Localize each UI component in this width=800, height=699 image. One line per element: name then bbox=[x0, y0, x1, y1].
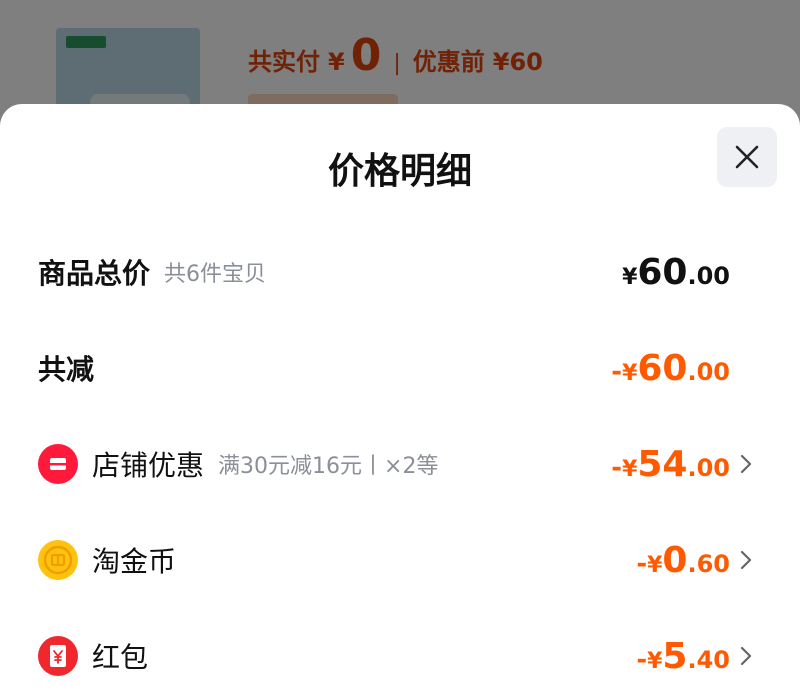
currency-symbol: ¥ bbox=[622, 457, 638, 482]
red-packet-label: 红包 bbox=[92, 641, 149, 674]
minus-sign: - bbox=[636, 549, 648, 579]
sheet-title: 价格明细 bbox=[327, 151, 472, 192]
row-store-discount[interactable]: 店铺优惠 满30元减16元丨×2等 - ¥ 54 .00 bbox=[0, 434, 800, 494]
currency-symbol: ¥ bbox=[647, 649, 663, 674]
chevron-right-icon bbox=[740, 646, 752, 666]
taojinbi-label: 淘金币 bbox=[92, 545, 177, 578]
price-decimal: .60 bbox=[687, 550, 730, 578]
store-coupon-icon bbox=[38, 444, 78, 484]
store-discount-detail: 满30元减16元丨×2等 bbox=[218, 454, 439, 479]
store-discount-label: 店铺优惠 bbox=[92, 449, 205, 482]
row-red-packet[interactable]: 红包 - ¥ 5 .40 bbox=[0, 626, 800, 686]
price-integer: 60 bbox=[637, 252, 688, 293]
price-decimal: .00 bbox=[687, 358, 730, 386]
total-reduction-label: 共减 bbox=[38, 353, 95, 386]
minus-sign: - bbox=[611, 453, 623, 483]
minus-sign: - bbox=[636, 645, 648, 675]
taojinbi-value: - ¥ 0 .60 bbox=[636, 530, 730, 590]
store-discount-value: - ¥ 54 .00 bbox=[611, 434, 730, 494]
price-integer: 60 bbox=[637, 348, 688, 389]
price-decimal: .00 bbox=[687, 262, 730, 290]
chevron-right-icon bbox=[740, 550, 752, 570]
close-icon bbox=[735, 145, 759, 169]
price-detail-sheet: 价格明细 商品总价 共6件宝贝 ¥ 60 .00 共减 - ¥ 60 .00 店… bbox=[0, 104, 800, 699]
minus-sign: - bbox=[611, 357, 623, 387]
total-reduction-value: - ¥ 60 .00 bbox=[611, 338, 730, 398]
price-decimal: .40 bbox=[687, 646, 730, 674]
row-total-reduction: 共减 - ¥ 60 .00 bbox=[0, 338, 800, 398]
taojinbi-coin-icon bbox=[38, 540, 78, 580]
row-total-price: 商品总价 共6件宝贝 ¥ 60 .00 bbox=[0, 242, 800, 302]
price-integer: 54 bbox=[637, 444, 688, 485]
price-integer: 0 bbox=[662, 540, 688, 581]
row-taojinbi[interactable]: 淘金币 - ¥ 0 .60 bbox=[0, 530, 800, 590]
red-packet-value: - ¥ 5 .40 bbox=[636, 626, 730, 686]
price-integer: 5 bbox=[662, 636, 688, 677]
currency-symbol: ¥ bbox=[622, 361, 638, 386]
close-button[interactable] bbox=[717, 127, 777, 187]
currency-symbol: ¥ bbox=[622, 265, 638, 290]
red-packet-icon bbox=[38, 636, 78, 676]
total-price-value: ¥ 60 .00 bbox=[622, 242, 730, 302]
price-decimal: .00 bbox=[687, 454, 730, 482]
currency-symbol: ¥ bbox=[647, 553, 663, 578]
chevron-right-icon bbox=[740, 454, 752, 474]
item-count-label: 共6件宝贝 bbox=[164, 262, 267, 287]
total-price-label: 商品总价 bbox=[38, 257, 151, 290]
